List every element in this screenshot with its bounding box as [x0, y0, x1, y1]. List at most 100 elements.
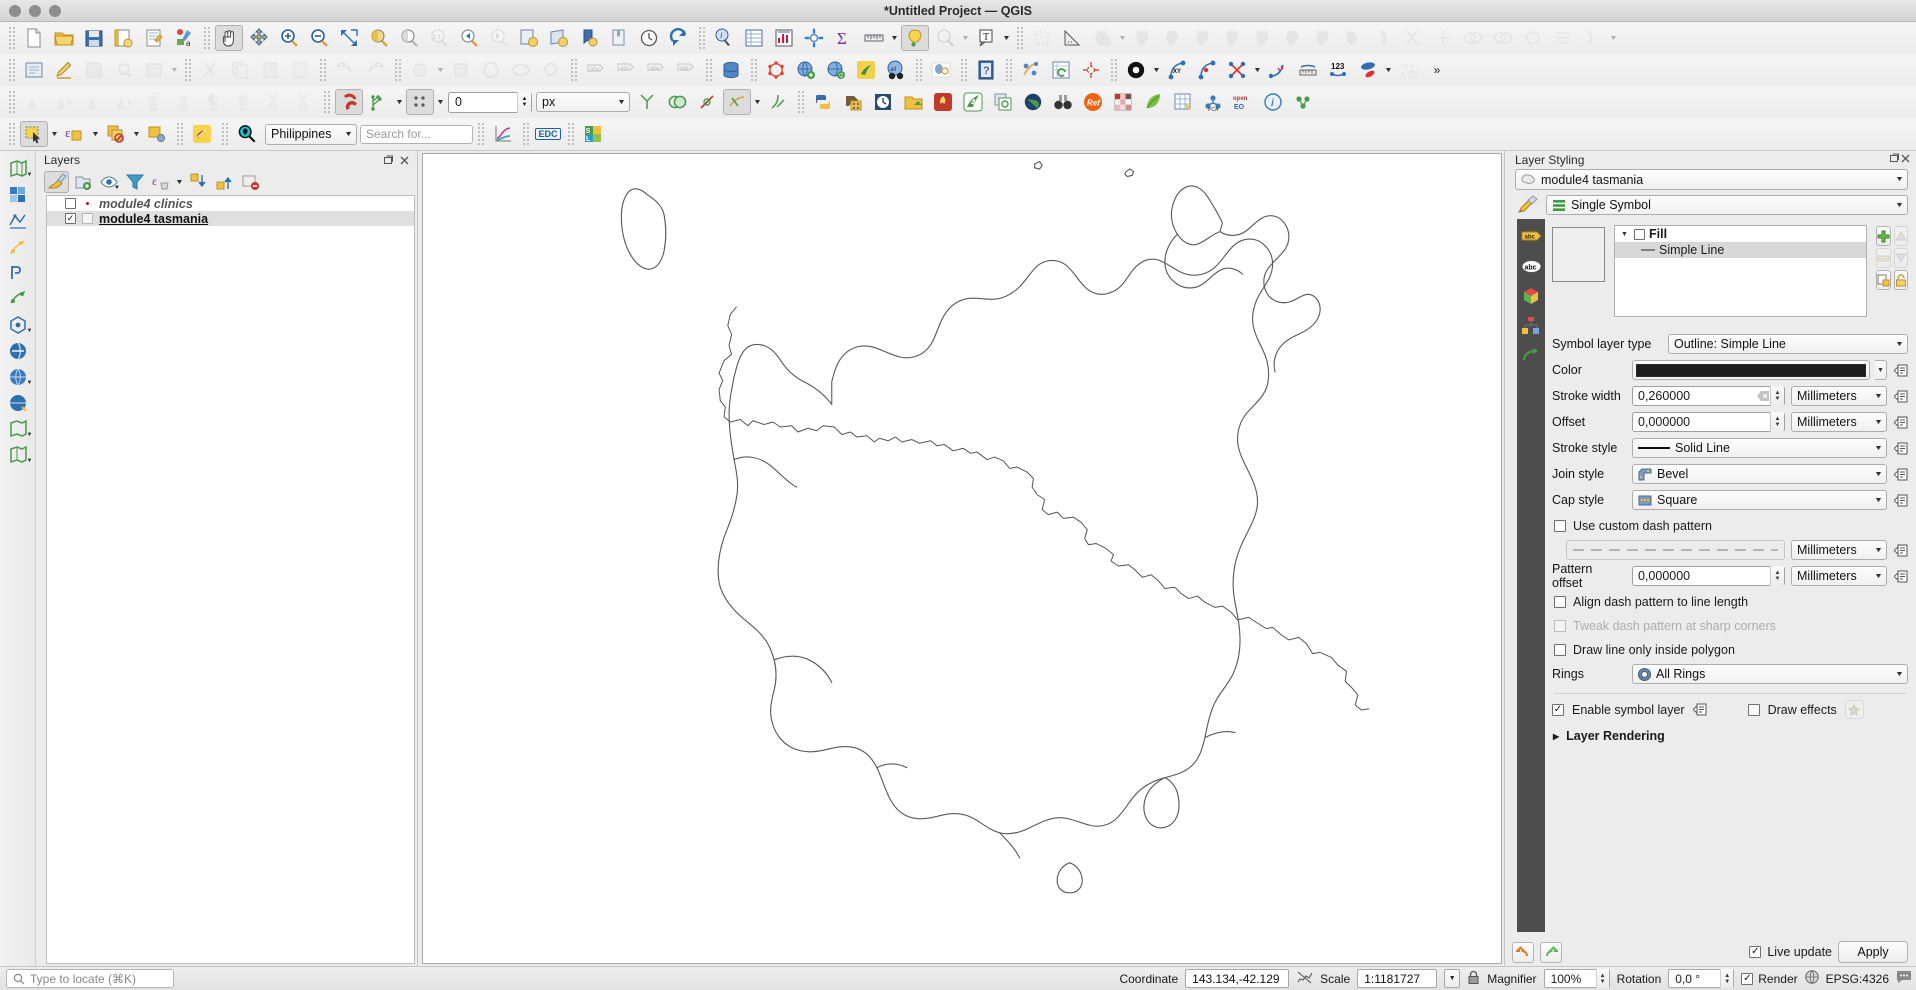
attribute-table-icon[interactable]: [740, 25, 768, 51]
heatmap-icon[interactable]: [929, 89, 957, 115]
toolbar-grip[interactable]: [318, 59, 327, 81]
add-part-icon[interactable]: [1219, 25, 1247, 51]
symbol-layer-tree[interactable]: ▼ Fill Simple Line: [1614, 225, 1867, 317]
pattern-offset-data-defined-button[interactable]: [1893, 570, 1908, 583]
layer-visibility-checkbox[interactable]: ✓: [65, 213, 76, 224]
rotation-input[interactable]: 0,0 ° ▲ ▼: [1668, 969, 1735, 988]
add-group-icon[interactable]: [70, 171, 95, 193]
add-spatialite-layer-icon[interactable]: [3, 287, 33, 311]
scale-dropdown-button[interactable]: ▼: [1444, 969, 1461, 988]
toggle-editing-icon[interactable]: [50, 57, 78, 83]
intersect-caret[interactable]: [1252, 57, 1263, 83]
clear-icon[interactable]: [1755, 391, 1770, 401]
snapping-type-icon[interactable]: [406, 89, 434, 115]
toolbar-grip[interactable]: [7, 27, 16, 49]
layer-visibility-checkbox[interactable]: [65, 198, 76, 209]
pattern-offset-unit-combo[interactable]: Millimeters ▼: [1791, 566, 1887, 586]
delete-vertex-icon[interactable]: [693, 89, 721, 115]
render-toggle[interactable]: ✓ Render: [1741, 972, 1798, 986]
split-features-icon[interactable]: [1399, 25, 1427, 51]
color-picker-button[interactable]: [1632, 360, 1870, 380]
measure-angle-icon[interactable]: [1058, 25, 1086, 51]
zoom-selection-icon[interactable]: [365, 25, 393, 51]
bookmark-icon[interactable]: [575, 25, 603, 51]
snapping-units-combo[interactable]: px ▼: [536, 92, 630, 112]
offset-input[interactable]: 0,000000 ▲ ▼: [1632, 412, 1785, 432]
rotate-point-symbols-icon[interactable]: [1519, 25, 1547, 51]
join-style-combo[interactable]: Bevel ▼: [1632, 464, 1887, 484]
manage-map-themes-icon[interactable]: ▼: [96, 171, 121, 193]
dash-data-defined-button[interactable]: [1893, 544, 1908, 557]
save-layer-edits-icon[interactable]: [80, 57, 108, 83]
undock-panel-button[interactable]: [382, 154, 395, 167]
add-mssql-layer-icon[interactable]: ▼: [3, 313, 33, 337]
brightness-icon[interactable]: [140, 89, 168, 115]
move-label-icon[interactable]: abc: [642, 57, 670, 83]
globe-icon[interactable]: [1019, 89, 1047, 115]
join-style-data-defined-button[interactable]: [1893, 468, 1908, 481]
overflow-icon[interactable]: »: [1425, 57, 1449, 83]
add-vector-layer-icon[interactable]: ▼: [3, 157, 33, 181]
nominatim-search-icon[interactable]: [233, 121, 261, 147]
osm-binoculars-icon[interactable]: all: [882, 57, 910, 83]
coordinate-value-field[interactable]: 143.134,-42.129: [1185, 969, 1290, 988]
draw-effects-checkbox[interactable]: [1747, 703, 1760, 716]
matrix-icon[interactable]: [1109, 89, 1137, 115]
text-annotation-icon[interactable]: T: [972, 25, 1000, 51]
remove-layer-icon[interactable]: [238, 171, 263, 193]
align-features-icon[interactable]: [1549, 25, 1577, 51]
undo-icon[interactable]: [331, 57, 359, 83]
move-up-button[interactable]: [1894, 226, 1908, 246]
zoom-full-icon[interactable]: [335, 25, 363, 51]
use-custom-dash-checkbox[interactable]: [1554, 519, 1566, 532]
histogram-local-icon[interactable]: [80, 89, 108, 115]
toolbar-grip[interactable]: [393, 59, 402, 81]
add-wcs-layer-icon[interactable]: [3, 391, 33, 415]
snapping-mode-icon[interactable]: [365, 89, 393, 115]
simplify-feature-icon[interactable]: [1159, 25, 1187, 51]
magnifier-stepper[interactable]: ▲ ▼: [1595, 969, 1609, 988]
toolbar-grip[interactable]: [1004, 59, 1013, 81]
layer-copy-icon[interactable]: [989, 89, 1017, 115]
refresh-map-icon[interactable]: [665, 25, 693, 51]
zoom-last-icon[interactable]: [455, 25, 483, 51]
map-tips-icon[interactable]: [901, 25, 929, 51]
toolbar-grip[interactable]: [1109, 59, 1118, 81]
info-icon[interactable]: i: [1259, 89, 1287, 115]
grid-icon[interactable]: [1169, 89, 1197, 115]
rotate-label-icon[interactable]: abc: [672, 57, 700, 83]
toolbar-grip[interactable]: [697, 27, 706, 49]
add-ellipse-icon[interactable]: [507, 57, 535, 83]
semi-auto-classification-icon[interactable]: SL: [579, 121, 607, 147]
qgis2web-icon[interactable]: 4: [959, 89, 987, 115]
open-project-icon[interactable]: [50, 25, 78, 51]
open-layer-styling-panel-icon[interactable]: [44, 171, 69, 193]
deselect-caret[interactable]: [131, 121, 142, 147]
undock-styling-panel-button[interactable]: [1889, 153, 1900, 167]
toolbar-grip[interactable]: [202, 27, 211, 49]
live-update-checkbox[interactable]: ✓: [1749, 946, 1762, 958]
zoom-native-icon[interactable]: 1:1: [425, 25, 453, 51]
add-mesh-layer-icon[interactable]: [3, 209, 33, 233]
vertex-tool-icon[interactable]: [110, 57, 138, 83]
place-search-input[interactable]: Search for...: [360, 124, 473, 144]
close-styling-panel-button[interactable]: [1900, 153, 1911, 167]
offset-unit-combo[interactable]: Millimeters ▼: [1791, 412, 1887, 432]
list-item[interactable]: ✓ module4 tasmania: [47, 211, 414, 226]
annotation-dropdown-caret[interactable]: [960, 25, 971, 51]
locator-search-input[interactable]: Type to locate (⌘K): [6, 969, 174, 988]
add-oracle-layer-icon[interactable]: [3, 339, 33, 363]
metasearch-icon[interactable]: Q: [822, 57, 850, 83]
rings-combo[interactable]: All Rings ▼: [1632, 664, 1908, 684]
apply-button[interactable]: Apply: [1838, 941, 1908, 963]
tree-node-simple-line[interactable]: Simple Line: [1615, 242, 1866, 258]
magnifier-input[interactable]: 100% ▲ ▼: [1543, 969, 1610, 988]
color-data-defined-button[interactable]: [1893, 364, 1908, 377]
toolbar-grip[interactable]: [175, 123, 184, 145]
select-features-caret[interactable]: [49, 121, 60, 147]
save-project-as-icon[interactable]: [110, 25, 138, 51]
timemanager-icon[interactable]: [869, 89, 897, 115]
refresh-table-icon[interactable]: [1047, 57, 1075, 83]
binoculars-icon[interactable]: [1049, 89, 1077, 115]
messages-icon[interactable]: [1896, 970, 1912, 987]
